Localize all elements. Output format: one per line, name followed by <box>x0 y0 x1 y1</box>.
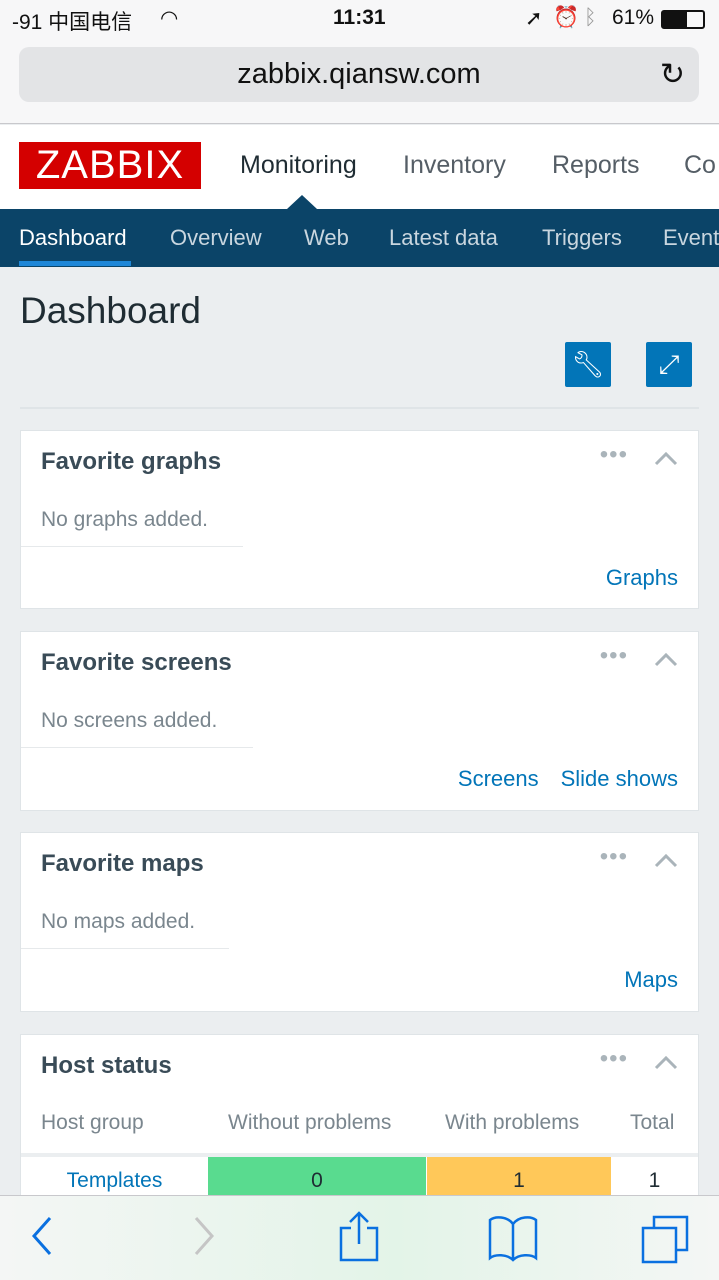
carrier: -91 中国电信 <box>12 11 133 34</box>
nav-inventory[interactable]: Inventory <box>403 151 506 180</box>
column-total: Total <box>630 1111 675 1134</box>
subnav-latest-data[interactable]: Latest data <box>389 225 498 251</box>
separator <box>21 747 253 748</box>
column-without-problems: Without problems <box>228 1111 392 1134</box>
subnav-triggers[interactable]: Triggers <box>542 225 622 251</box>
subnav-events[interactable]: Event <box>663 225 719 251</box>
separator <box>21 546 243 547</box>
active-caret <box>287 195 317 209</box>
url-text: zabbix.qiansw.com <box>237 58 481 90</box>
nav-reports[interactable]: Reports <box>552 151 640 180</box>
fullscreen-button[interactable]: ⤢ <box>646 342 692 387</box>
separator <box>21 948 229 949</box>
subnav-overview[interactable]: Overview <box>170 225 262 251</box>
column-with-problems: With problems <box>445 1111 580 1134</box>
share-icon[interactable] <box>338 1210 380 1262</box>
ios-status-and-url-bar: -91 中国电信 ◠ 11:31 ➚ ⏰ ᛒ 61% zabbix.qiansw… <box>0 0 719 124</box>
widget-title: Favorite screens <box>41 649 232 676</box>
collapse-chevron-icon[interactable] <box>654 1051 678 1075</box>
widget-favorite-maps: Favorite maps ••• No maps added. Maps <box>20 832 699 1012</box>
subnav-web[interactable]: Web <box>304 225 349 251</box>
active-underline <box>19 261 131 266</box>
expand-icon: ⤢ <box>658 349 680 379</box>
collapse-chevron-icon[interactable] <box>654 447 678 471</box>
column-host-group: Host group <box>41 1111 144 1134</box>
top-header: ZABBIX Monitoring Inventory Reports Co <box>0 125 719 209</box>
reload-icon[interactable]: ↻ <box>660 47 685 102</box>
maps-link[interactable]: Maps <box>624 967 678 992</box>
bookmarks-icon[interactable] <box>487 1214 539 1262</box>
slide-shows-link[interactable]: Slide shows <box>561 766 678 791</box>
back-icon[interactable] <box>30 1214 54 1258</box>
wifi-icon: ◠ <box>160 7 179 30</box>
divider <box>20 407 699 409</box>
menu-dots-icon[interactable]: ••• <box>600 843 628 871</box>
widget-title: Host status <box>41 1052 172 1079</box>
empty-message: No maps added. <box>41 910 196 933</box>
collapse-chevron-icon[interactable] <box>654 648 678 672</box>
sub-navigation: Dashboard Overview Web Latest data Trigg… <box>0 209 719 267</box>
screens-link[interactable]: Screens <box>458 766 539 791</box>
edit-dashboard-button[interactable]: 🔧︎ <box>565 342 611 387</box>
zabbix-logo[interactable]: ZABBIX <box>19 142 201 189</box>
forward-icon[interactable] <box>192 1214 216 1258</box>
location-icon: ➚ <box>525 7 543 30</box>
menu-dots-icon[interactable]: ••• <box>600 642 628 670</box>
graphs-link[interactable]: Graphs <box>606 565 678 590</box>
subnav-dashboard[interactable]: Dashboard <box>19 225 127 251</box>
nav-configuration[interactable]: Co <box>684 151 716 180</box>
tabs-icon[interactable] <box>640 1214 690 1264</box>
bluetooth-icon: ᛒ <box>584 6 597 29</box>
widget-title: Favorite graphs <box>41 448 222 475</box>
battery-percent: 61% <box>612 6 655 29</box>
safari-toolbar <box>0 1195 719 1280</box>
empty-message: No graphs added. <box>41 508 208 531</box>
widget-favorite-graphs: Favorite graphs ••• No graphs added. Gra… <box>20 430 699 609</box>
wrench-icon: 🔧︎ <box>571 349 605 379</box>
nav-monitoring[interactable]: Monitoring <box>240 151 357 180</box>
empty-message: No screens added. <box>41 709 218 732</box>
menu-dots-icon[interactable]: ••• <box>600 441 628 469</box>
widget-title: Favorite maps <box>41 850 204 877</box>
page-title: Dashboard <box>20 290 202 331</box>
battery-icon <box>661 10 705 29</box>
collapse-chevron-icon[interactable] <box>654 849 678 873</box>
menu-dots-icon[interactable]: ••• <box>600 1045 628 1073</box>
clock: 11:31 <box>333 6 386 29</box>
widget-favorite-screens: Favorite screens ••• No screens added. S… <box>20 631 699 811</box>
alarm-icon: ⏰ <box>553 6 580 29</box>
address-bar[interactable]: zabbix.qiansw.com ↻ <box>19 47 699 102</box>
